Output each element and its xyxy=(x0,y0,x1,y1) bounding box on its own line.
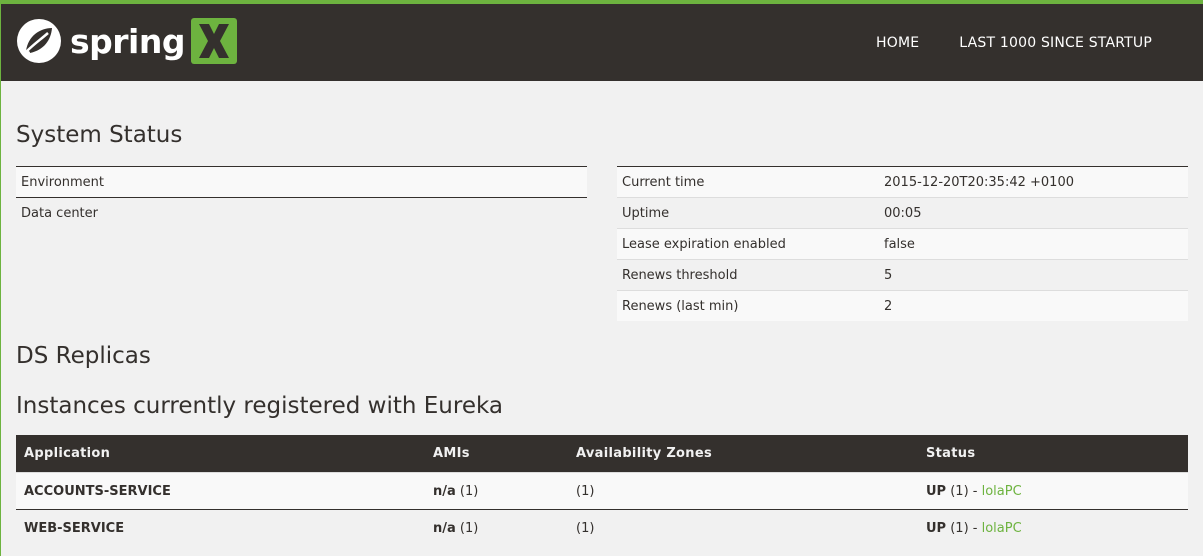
application-name: ACCOUNTS-SERVICE xyxy=(16,472,425,510)
ds-replicas-heading: DS Replicas xyxy=(16,343,151,369)
table-row: Current time 2015-12-20T20:35:42 +0100 xyxy=(617,166,1188,198)
brand-name: spring xyxy=(70,21,185,61)
uptime-value: 00:05 xyxy=(879,197,1188,229)
renews-threshold-label: Renews threshold xyxy=(617,259,879,291)
renews-threshold-value: 5 xyxy=(879,259,1188,291)
environment-value xyxy=(531,166,587,198)
amis-cell: n/a (1) xyxy=(425,472,568,510)
current-time-value: 2015-12-20T20:35:42 +0100 xyxy=(879,166,1188,198)
amis-cell: n/a (1) xyxy=(425,509,568,546)
table-row: Renews threshold 5 xyxy=(617,259,1188,291)
zones-column-header: Availability Zones xyxy=(568,435,918,473)
application-name: WEB-SERVICE xyxy=(16,509,425,546)
spring-leaf-icon xyxy=(17,19,61,63)
lease-expiration-value: false xyxy=(879,228,1188,260)
table-row: Uptime 00:05 xyxy=(617,197,1188,229)
spring-logo[interactable]: spring xyxy=(16,17,237,65)
table-row: WEB-SERVICE n/a (1) (1) UP (1) - lolaPC xyxy=(16,509,1188,546)
table-header-row: Application AMIs Availability Zones Stat… xyxy=(16,435,1188,473)
renews-last-min-label: Renews (last min) xyxy=(617,290,879,321)
data-center-value xyxy=(531,197,587,228)
application-column-header: Application xyxy=(16,435,425,473)
uptime-label: Uptime xyxy=(617,197,879,229)
table-row: Lease expiration enabled false xyxy=(617,228,1188,260)
table-row: Renews (last min) 2 xyxy=(617,290,1188,321)
data-center-label: Data center xyxy=(16,197,532,228)
status-cell: UP (1) - lolaPC xyxy=(918,509,1188,546)
status-column-header: Status xyxy=(918,435,1188,473)
instances-heading: Instances currently registered with Eure… xyxy=(16,393,503,419)
left-border-accent xyxy=(0,0,1,556)
table-row: ACCOUNTS-SERVICE n/a (1) (1) UP (1) - lo… xyxy=(16,472,1188,510)
spring-x-icon xyxy=(190,18,237,64)
instance-link[interactable]: lolaPC xyxy=(982,521,1022,536)
environment-label: Environment xyxy=(16,166,532,198)
renews-last-min-value: 2 xyxy=(879,290,1188,321)
amis-column-header: AMIs xyxy=(425,435,568,473)
table-row: Environment xyxy=(16,166,587,198)
zones-cell: (1) xyxy=(568,472,918,510)
instances-table: Application AMIs Availability Zones Stat… xyxy=(16,435,1188,546)
system-status-left-table: Environment Data center xyxy=(16,166,587,228)
status-cell: UP (1) - lolaPC xyxy=(918,472,1188,510)
zones-cell: (1) xyxy=(568,509,918,546)
nav-last-1000-link[interactable]: LAST 1000 SINCE STARTUP xyxy=(959,35,1152,51)
system-status-right-table: Current time 2015-12-20T20:35:42 +0100 U… xyxy=(617,166,1188,321)
nav-links: HOME LAST 1000 SINCE STARTUP xyxy=(836,4,1152,81)
instance-link[interactable]: lolaPC xyxy=(982,484,1022,499)
nav-home-link[interactable]: HOME xyxy=(876,35,919,51)
current-time-label: Current time xyxy=(617,166,879,198)
lease-expiration-label: Lease expiration enabled xyxy=(617,228,879,260)
navbar: spring HOME LAST 1000 SINCE STARTUP xyxy=(0,4,1203,81)
system-status-heading: System Status xyxy=(16,122,183,148)
table-row: Data center xyxy=(16,197,587,228)
